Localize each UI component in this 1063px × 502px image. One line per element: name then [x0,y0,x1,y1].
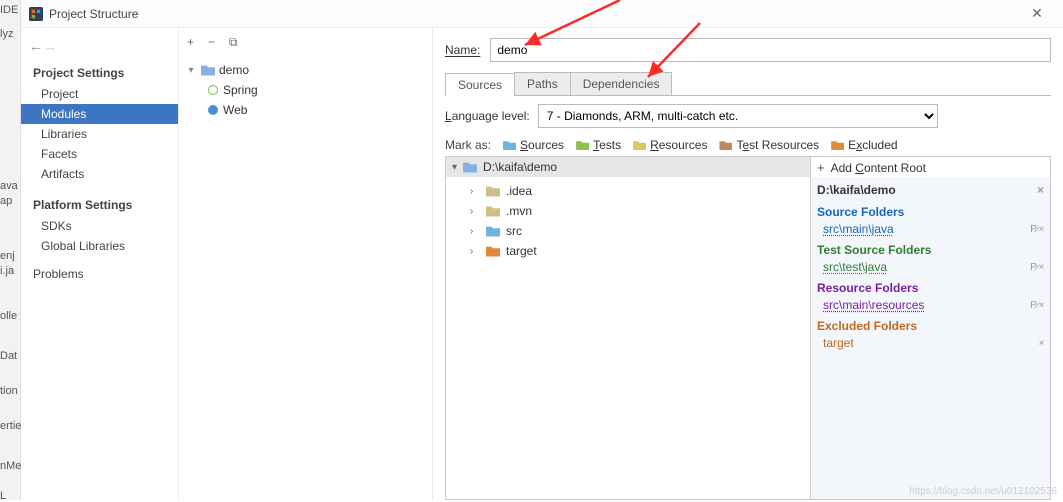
module-name-input[interactable] [490,38,1051,62]
nav-item-project[interactable]: Project [21,84,178,104]
mark-as-label: Mark as: [445,138,491,152]
tab-sources[interactable]: Sources [445,73,515,96]
dir-label: target [506,244,537,258]
nav-item-libraries[interactable]: Libraries [21,124,178,144]
content-root-path-row[interactable]: D:\kaifa\demo × [811,179,1050,201]
folder-icon [486,206,500,217]
nav-item-problems[interactable]: Problems [21,264,178,284]
mark-as-excluded[interactable]: Excluded [831,138,897,152]
tests-folder-icon [576,140,589,150]
folder-icon [486,246,500,257]
app-icon [29,7,43,21]
content-root-path: D:\kaifa\demo [483,160,557,174]
folder-icon [463,162,477,173]
module-tree-item-web[interactable]: Web [185,100,426,120]
mark-as-sources[interactable]: Sources [503,138,564,152]
spring-icon [207,84,219,96]
folder-icon [486,186,500,197]
project-structure-dialog: Project Structure ✕ ← → Project Settings… [21,0,1063,500]
background-editor-sliver: IDE lyz ava ap enj i.ja olle Dat tion er… [0,0,21,500]
remove-module-button[interactable]: − [208,35,215,49]
test-folder-entry[interactable]: src\test\java P̷ × [817,259,1044,275]
copy-module-button[interactable]: ⧉ [229,35,238,50]
folder-actions[interactable]: × [1039,338,1044,349]
test-source-folders-header: Test Source Folders [817,241,1044,259]
content-roots-panel: + Add Content Root D:\kaifa\demo × Sourc… [811,156,1051,500]
mark-as-test-resources[interactable]: Test Resources [719,138,819,152]
name-label: Name: [445,43,480,57]
tab-paths[interactable]: Paths [514,72,571,95]
content-root-tree: ▾ D:\kaifa\demo ›.idea ›.mvn ›src ›targe… [445,156,811,500]
resource-folders-header: Resource Folders [817,279,1044,297]
module-item-label: Web [223,103,247,117]
nav-item-global-libraries[interactable]: Global Libraries [21,236,178,256]
test-resources-folder-icon [719,140,732,150]
resource-folder-entry[interactable]: src\main\resources P̷ × [817,297,1044,313]
language-level-select[interactable]: 7 - Diamonds, ARM, multi-catch etc. [538,104,938,128]
window-close-button[interactable]: ✕ [1019,5,1055,22]
watermark: https://blog.csdn.net/u012102536 [909,486,1057,497]
dir-row[interactable]: ›target [446,241,810,261]
source-folder-entry[interactable]: src\main\java P̷ × [817,221,1044,237]
add-content-root-button[interactable]: + [817,160,825,175]
excluded-folders-header: Excluded Folders [817,317,1044,335]
nav-item-sdks[interactable]: SDKs [21,216,178,236]
module-tree-root[interactable]: ▾ demo [185,60,426,80]
module-item-label: Spring [223,83,258,97]
dir-label: .idea [506,184,532,198]
source-folders-header: Source Folders [817,203,1044,221]
chevron-down-icon: ▾ [185,65,197,76]
remove-content-root-button[interactable]: × [1037,183,1044,197]
folder-actions[interactable]: P̷ × [1030,224,1044,235]
folder-path: src\main\resources [823,298,924,312]
tab-dependencies[interactable]: Dependencies [570,72,673,95]
folder-path: src\test\java [823,260,887,274]
folder-icon [201,65,215,76]
add-content-root-label: Add Content Root [831,161,926,175]
language-level-label: Language level: [445,109,530,123]
module-tree-panel: + − ⧉ ▾ demo Spring Web [179,28,433,500]
folder-path: target [823,336,854,350]
module-detail-panel: Name: Sources Paths Dependencies Languag… [433,28,1063,500]
dir-row[interactable]: ›.idea [446,181,810,201]
content-root-path-label: D:\kaifa\demo [817,183,896,197]
folder-actions[interactable]: P̷ × [1030,262,1044,273]
sources-folder-icon [503,140,516,150]
nav-back-button[interactable]: ← [29,38,43,54]
web-icon [207,104,219,116]
folder-actions[interactable]: P̷ × [1030,300,1044,311]
dir-label: .mvn [506,204,532,218]
chevron-down-icon: ▾ [452,162,457,173]
excluded-folder-icon [831,140,844,150]
window-title: Project Structure [49,7,1019,21]
nav-forward-button[interactable]: → [43,38,57,54]
titlebar: Project Structure ✕ [21,0,1063,28]
nav-item-artifacts[interactable]: Artifacts [21,164,178,184]
dir-row[interactable]: ›.mvn [446,201,810,221]
module-tree-item-spring[interactable]: Spring [185,80,426,100]
platform-settings-header: Platform Settings [21,192,178,216]
add-module-button[interactable]: + [187,35,194,49]
nav-item-modules[interactable]: Modules [21,104,178,124]
folder-icon [486,226,500,237]
nav-item-facets[interactable]: Facets [21,144,178,164]
content-root-tree-root[interactable]: ▾ D:\kaifa\demo [446,157,810,177]
settings-nav: ← → Project Settings Project Modules Lib… [21,28,179,500]
mark-as-tests[interactable]: Tests [576,138,621,152]
mark-as-resources[interactable]: Resources [633,138,707,152]
excluded-folder-entry[interactable]: target × [817,335,1044,351]
dir-label: src [506,224,522,238]
module-tabs: Sources Paths Dependencies [445,72,1051,96]
folder-path: src\main\java [823,222,894,236]
project-settings-header: Project Settings [21,60,178,84]
module-root-label: demo [219,63,249,77]
dir-row[interactable]: ›src [446,221,810,241]
resources-folder-icon [633,140,646,150]
